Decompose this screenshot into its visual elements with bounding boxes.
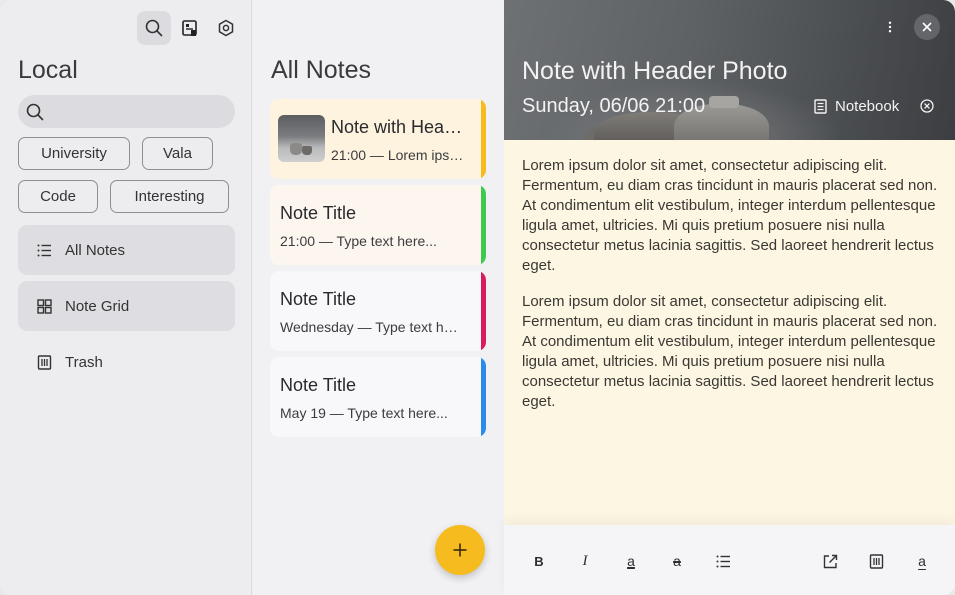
export-button[interactable] [820,551,840,571]
strikethrough-button[interactable]: a [667,551,687,571]
sidebar-item-all-notes[interactable]: All Notes [18,225,235,275]
bold-button[interactable]: B [529,551,549,571]
format-toolbar: B I a a a [504,525,955,595]
delete-note-button[interactable] [866,551,886,571]
close-icon [922,22,932,32]
bullet-list-button[interactable] [713,551,733,571]
notes-list-pane: All Notes Note with Header Photo 21:00 —… [253,0,504,595]
sidebar-item-note-grid[interactable]: Note Grid [18,281,235,331]
sidebar-item-trash[interactable]: Trash [18,337,235,387]
note-card-title: Note Title [280,289,357,309]
note-color-stripe [481,357,486,437]
sidebar-toolbar [137,11,243,45]
note-card[interactable]: Note Title May 19 — Type text here... [270,357,486,437]
note-card-title: Note with Header Photo [331,117,466,137]
notebook-icon [814,99,827,114]
tag-code[interactable]: Code [18,180,98,213]
trash-icon [869,553,883,569]
sidebar-title: Local [18,56,78,84]
note-color-stripe [481,271,486,351]
list-icon [37,244,51,256]
text-format-button[interactable]: a [912,551,932,571]
search-input[interactable] [54,95,224,128]
new-note-button[interactable] [435,525,485,575]
note-paragraph: Lorem ipsum dolor sit amet, consectetur … [522,157,938,274]
search-toggle-button[interactable] [137,11,171,45]
note-card[interactable]: Note with Header Photo 21:00 — Lorem ips… [270,99,486,179]
note-color-stripe [481,185,486,265]
note-card-title: Note Title [280,375,357,395]
search-field[interactable] [18,95,235,128]
note-editor: Note with Header Photo Sunday, 06/06 21:… [504,0,955,595]
plus-icon [453,543,467,557]
note-date: Sunday, 06/06 21:00 [522,95,706,117]
underline-button[interactable]: a [621,551,641,571]
notebook-label: Notebook [835,98,900,115]
note-card[interactable]: Note Title 21:00 — Type text here... [270,185,486,265]
note-color-stripe [481,99,486,179]
app-window: Local University Vala Code Interesting A… [0,0,955,595]
search-icon [26,103,44,121]
export-icon [823,554,837,568]
note-card-subtitle: 21:00 — Lorem ipsum dolor sit amet [331,147,466,163]
notebooks-button[interactable] [173,11,207,45]
sidebar-item-label: Note Grid [65,297,130,315]
note-card[interactable]: Note Title Wednesday — Type text here... [270,271,486,351]
tag-vala[interactable]: Vala [142,137,213,170]
note-thumbnail [278,115,325,162]
note-title[interactable]: Note with Header Photo [522,57,787,86]
notebook-selector[interactable]: Notebook [814,98,899,115]
more-menu-button[interactable] [878,15,902,39]
list-icon [716,555,730,567]
note-paragraph: Lorem ipsum dolor sit amet, consectetur … [522,293,938,410]
header-photo: Note with Header Photo Sunday, 06/06 21:… [504,0,955,140]
close-button[interactable] [914,14,940,40]
trash-icon [37,354,52,370]
note-card-subtitle: May 19 — Type text here... [280,405,448,421]
settings-icon [218,19,234,37]
grid-icon [37,298,52,314]
notebook-icon [182,20,197,36]
note-body[interactable]: Lorem ipsum dolor sit amet, consectetur … [522,156,940,428]
tag-interesting[interactable]: Interesting [110,180,229,213]
list-title: All Notes [271,56,372,84]
note-card-subtitle: 21:00 — Type text here... [280,233,437,249]
sidebar-item-label: Trash [65,353,103,371]
note-card-subtitle: Wednesday — Type text here... [280,319,465,335]
italic-button[interactable]: I [575,551,595,571]
sidebar-item-label: All Notes [65,241,126,259]
more-vertical-icon [888,21,892,33]
tag-university[interactable]: University [18,137,130,170]
search-icon [145,19,163,37]
settings-button[interactable] [209,11,243,45]
note-card-title: Note Title [280,203,357,223]
sidebar: Local University Vala Code Interesting A… [0,0,252,595]
clear-notebook-icon[interactable] [920,99,934,113]
